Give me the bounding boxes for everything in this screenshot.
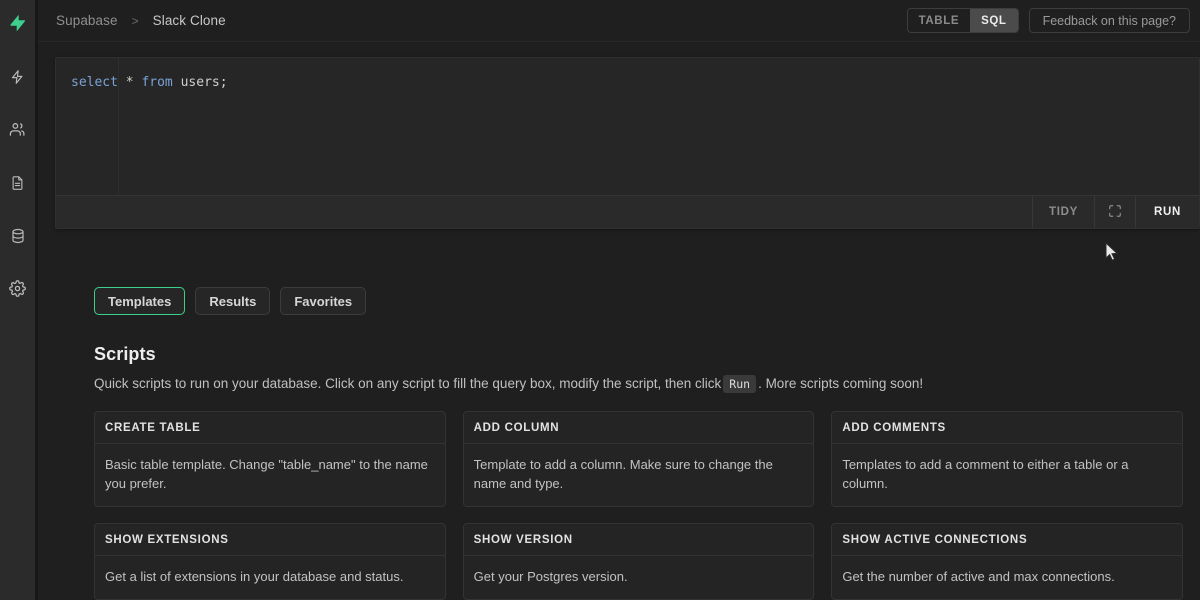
breadcrumb-root[interactable]: Supabase [56, 13, 118, 28]
tab-favorites[interactable]: Favorites [280, 287, 367, 315]
run-button[interactable]: RUN [1134, 196, 1199, 228]
sql-editor: select * from users; TIDY RUN [55, 57, 1200, 229]
scripts-description: Quick scripts to run on your database. C… [94, 375, 1183, 393]
breadcrumb-current[interactable]: Slack Clone [153, 13, 226, 28]
toggle-table[interactable]: TABLE [908, 9, 970, 32]
sql-token-select: select [71, 75, 118, 90]
script-card-show-active-connections[interactable]: SHOW ACTIVE CONNECTIONS Get the number o… [831, 523, 1183, 600]
expand-icon [1108, 204, 1122, 221]
script-card-title: ADD COMMENTS [832, 412, 1182, 444]
script-card-description: Basic table template. Change "table_name… [105, 457, 428, 491]
scripts-title: Scripts [94, 344, 156, 364]
script-card-title: SHOW VERSION [463, 524, 814, 556]
script-card-description: Get a list of extensions in your databas… [105, 569, 404, 584]
toggle-sql[interactable]: SQL [970, 9, 1018, 32]
sql-query-line: select * from users; [71, 74, 228, 92]
script-card-description: Template to add a column. Make sure to c… [473, 457, 773, 491]
sql-token-star: * [117, 75, 142, 90]
sidebar-item-settings[interactable] [0, 262, 35, 315]
script-card-title: SHOW EXTENSIONS [95, 524, 445, 556]
document-icon [10, 174, 25, 192]
script-card-show-version[interactable]: SHOW VERSION Get your Postgres version. [462, 523, 815, 600]
script-card-add-comments[interactable]: ADD COMMENTS Templates to add a comment … [831, 411, 1183, 507]
view-toggle: TABLE SQL [906, 8, 1019, 33]
app-root: Supabase > Slack Clone TABLE SQL Feedbac… [0, 0, 1200, 600]
panel-tabs: Templates Results Favorites [94, 287, 367, 315]
sidebar [0, 0, 38, 600]
script-card-description: Get your Postgres version. [473, 569, 628, 584]
app-logo[interactable] [0, 0, 35, 50]
feedback-button[interactable]: Feedback on this page? [1028, 8, 1190, 33]
script-card-title: SHOW ACTIVE CONNECTIONS [832, 524, 1182, 556]
script-card-add-column[interactable]: ADD COLUMN Template to add a column. Mak… [462, 411, 815, 507]
database-icon [10, 227, 26, 245]
top-header: Supabase > Slack Clone TABLE SQL Feedbac… [38, 0, 1200, 42]
sql-code-area[interactable]: select * from users; [56, 58, 1199, 195]
script-card-title: CREATE TABLE [95, 412, 445, 444]
tab-results[interactable]: Results [195, 287, 271, 315]
users-icon [9, 121, 26, 138]
main-content: Supabase > Slack Clone TABLE SQL Feedbac… [38, 0, 1200, 600]
tab-templates[interactable]: Templates [94, 287, 186, 315]
script-card-create-table[interactable]: CREATE TABLE Basic table template. Chang… [94, 411, 446, 507]
tidy-button[interactable]: TIDY [1031, 196, 1094, 228]
script-card-show-extensions[interactable]: SHOW EXTENSIONS Get a list of extensions… [94, 523, 446, 600]
fullscreen-button[interactable] [1093, 196, 1135, 228]
lightning-bolt-icon [10, 68, 25, 86]
scripts-description-before: Quick scripts to run on your database. C… [94, 376, 722, 391]
chevron-right-icon: > [131, 13, 139, 28]
sidebar-item-docs[interactable] [0, 156, 35, 209]
sql-token-from: from [141, 75, 173, 90]
run-code-chip: Run [723, 375, 757, 393]
gear-icon [9, 280, 26, 297]
sidebar-item-functions[interactable] [0, 50, 35, 103]
scripts-section: Scripts Quick scripts to run on your dat… [94, 344, 1183, 600]
lightning-bolt-logo-icon [8, 11, 27, 40]
script-card-title: ADD COLUMN [463, 412, 814, 444]
scripts-description-after: . More scripts coming soon! [758, 376, 924, 391]
sidebar-item-database[interactable] [0, 209, 35, 262]
script-card-description: Get the number of active and max connect… [842, 569, 1115, 584]
breadcrumb: Supabase > Slack Clone [56, 13, 226, 28]
sidebar-item-auth[interactable] [0, 103, 35, 156]
script-card-grid: CREATE TABLE Basic table template. Chang… [94, 411, 1183, 600]
script-card-description: Templates to add a comment to either a t… [842, 457, 1129, 491]
sql-token-table: users; [172, 75, 228, 90]
editor-toolbar: TIDY RUN [56, 195, 1199, 228]
